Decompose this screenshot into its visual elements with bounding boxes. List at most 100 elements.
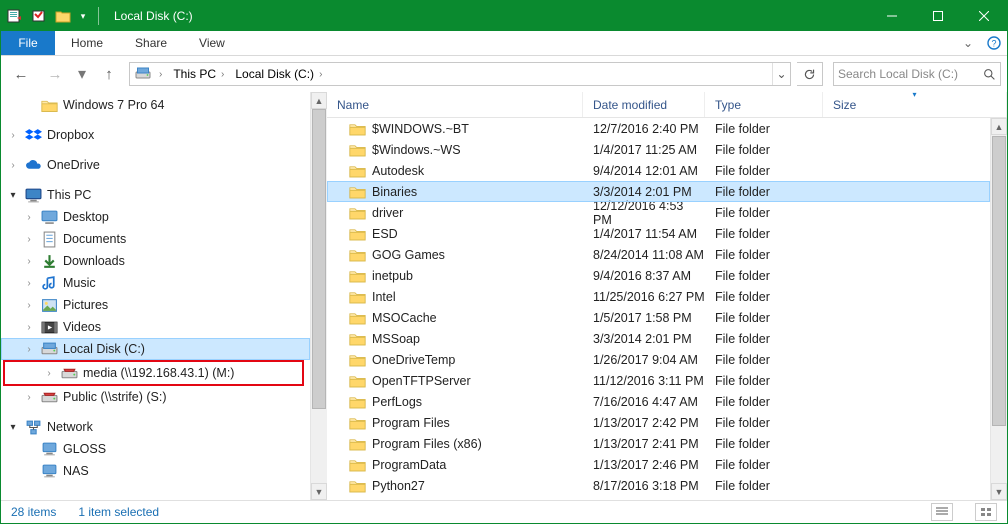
file-row[interactable]: OpenTFTPServer11/12/2016 3:11 PMFile fol… [327, 370, 990, 391]
file-name: PerfLogs [372, 395, 422, 409]
chevron-right-icon[interactable]: › [23, 278, 35, 289]
tree-dropbox[interactable]: ›Dropbox [1, 124, 310, 146]
tree-desktop[interactable]: ›Desktop [1, 206, 310, 228]
qat-newfolder-icon[interactable] [29, 6, 49, 26]
file-row[interactable]: MSOCache1/5/2017 1:58 PMFile folder [327, 307, 990, 328]
refresh-button[interactable] [797, 62, 823, 86]
address-dropdown-icon[interactable]: ⌄ [772, 63, 790, 85]
tab-home[interactable]: Home [55, 31, 119, 55]
network-icon [24, 418, 42, 436]
file-row[interactable]: OneDriveTemp1/26/2017 9:04 AMFile folder [327, 349, 990, 370]
scroll-up-icon[interactable]: ▲ [311, 92, 327, 109]
up-button[interactable]: ↑ [95, 60, 123, 88]
forward-button[interactable]: → [41, 60, 69, 88]
sort-indicator-icon: ▾ [912, 90, 916, 99]
file-row[interactable]: Python278/17/2016 3:18 PMFile folder [327, 475, 990, 496]
chevron-right-icon[interactable]: › [43, 368, 55, 379]
tree-scrollbar[interactable]: ▲ ▼ [310, 92, 327, 500]
address-bar[interactable]: › This PC› Local Disk (C:)› ⌄ [129, 62, 791, 86]
file-row[interactable]: Autodesk9/4/2014 12:01 AMFile folder [327, 160, 990, 181]
tree-onedrive[interactable]: ›OneDrive [1, 154, 310, 176]
file-type: File folder [705, 374, 823, 388]
tree-music[interactable]: ›Music [1, 272, 310, 294]
tree-media-drive[interactable]: ›media (\\192.168.43.1) (M:) [5, 362, 302, 384]
column-name[interactable]: Name [327, 92, 583, 117]
file-row[interactable]: $WINDOWS.~BT12/7/2016 2:40 PMFile folder [327, 118, 990, 139]
scroll-down-icon[interactable]: ▼ [311, 483, 327, 500]
view-large-icons-button[interactable] [975, 503, 997, 521]
tree-network-gloss[interactable]: GLOSS [1, 438, 310, 460]
crumb-local-disk[interactable]: Local Disk (C:)› [231, 63, 329, 85]
chevron-right-icon[interactable]: › [23, 392, 35, 403]
file-row[interactable]: ESD1/4/2017 11:54 AMFile folder [327, 223, 990, 244]
scroll-up-icon[interactable]: ▲ [991, 118, 1007, 135]
tab-view[interactable]: View [183, 31, 241, 55]
chevron-right-icon[interactable]: › [23, 256, 35, 267]
file-row[interactable]: Program Files1/13/2017 2:42 PMFile folde… [327, 412, 990, 433]
crumb-this-pc[interactable]: This PC› [169, 63, 231, 85]
list-body[interactable]: $WINDOWS.~BT12/7/2016 2:40 PMFile folder… [327, 118, 1007, 500]
tree-documents[interactable]: ›Documents [1, 228, 310, 250]
tree-public-drive[interactable]: ›Public (\\strife) (S:) [1, 386, 310, 408]
back-button[interactable]: ← [7, 60, 35, 88]
file-row[interactable]: driver12/12/2016 4:53 PMFile folder [327, 202, 990, 223]
crumb-root-chevron[interactable]: › [152, 63, 169, 85]
file-row[interactable]: MSSoap3/3/2014 2:01 PMFile folder [327, 328, 990, 349]
tree-network-nas[interactable]: NAS [1, 460, 310, 482]
tree-quick-access[interactable]: Windows 7 Pro 64 [1, 94, 310, 116]
file-row[interactable]: ProgramData1/13/2017 2:46 PMFile folder [327, 454, 990, 475]
tree-videos[interactable]: ›Videos [1, 316, 310, 338]
maximize-button[interactable] [915, 1, 961, 31]
chevron-right-icon[interactable]: › [23, 212, 35, 223]
chevron-down-icon[interactable]: ▾ [7, 422, 19, 433]
tree-local-disk[interactable]: ›Local Disk (C:) [1, 338, 310, 360]
file-name: MSSoap [372, 332, 420, 346]
tab-share[interactable]: Share [119, 31, 183, 55]
qat-properties-icon[interactable] [5, 6, 25, 26]
chevron-right-icon[interactable]: › [23, 344, 35, 355]
file-row[interactable]: PerfLogs7/16/2016 4:47 AMFile folder [327, 391, 990, 412]
view-details-button[interactable] [931, 503, 953, 521]
file-row[interactable]: GOG Games8/24/2014 11:08 AMFile folder [327, 244, 990, 265]
scroll-down-icon[interactable]: ▼ [991, 483, 1007, 500]
chevron-right-icon[interactable]: › [23, 234, 35, 245]
file-date: 1/13/2017 2:42 PM [583, 416, 705, 430]
column-size[interactable]: ▾Size [823, 92, 1007, 117]
close-button[interactable] [961, 1, 1007, 31]
folder-icon [349, 143, 366, 157]
tree-downloads[interactable]: ›Downloads [1, 250, 310, 272]
chevron-down-icon[interactable]: ▾ [7, 190, 19, 201]
chevron-right-icon[interactable]: › [7, 160, 19, 171]
file-row[interactable]: Program Files (x86)1/13/2017 2:41 PMFile… [327, 433, 990, 454]
file-row[interactable]: $Windows.~WS1/4/2017 11:25 AMFile folder [327, 139, 990, 160]
file-row[interactable]: inetpub9/4/2016 8:37 AMFile folder [327, 265, 990, 286]
qat-explorer-icon[interactable] [53, 6, 73, 26]
file-type: File folder [705, 122, 823, 136]
column-type[interactable]: Type [705, 92, 823, 117]
file-date: 1/4/2017 11:25 AM [583, 143, 705, 157]
file-row[interactable]: Intel11/25/2016 6:27 PMFile folder [327, 286, 990, 307]
qat-dropdown-icon[interactable]: ▾ [77, 6, 89, 26]
file-date: 1/5/2017 1:58 PM [583, 311, 705, 325]
file-type: File folder [705, 269, 823, 283]
history-dropdown[interactable]: ▾ [75, 64, 89, 84]
tree-pictures[interactable]: ›Pictures [1, 294, 310, 316]
search-input[interactable]: Search Local Disk (C:) [833, 62, 1001, 86]
tree[interactable]: Windows 7 Pro 64 ›Dropbox ›OneDrive ▾This P… [1, 92, 310, 500]
file-type: File folder [705, 311, 823, 325]
minimize-button[interactable] [869, 1, 915, 31]
column-date[interactable]: Date modified [583, 92, 705, 117]
tree-network[interactable]: ▾Network [1, 416, 310, 438]
chevron-right-icon[interactable]: › [7, 130, 19, 141]
network-drive-icon [40, 388, 58, 406]
help-icon[interactable]: ? [981, 31, 1007, 55]
tab-file[interactable]: File [1, 31, 55, 55]
scroll-thumb[interactable] [992, 136, 1006, 426]
tree-this-pc[interactable]: ▾This PC [1, 184, 310, 206]
chevron-right-icon[interactable]: › [23, 300, 35, 311]
folder-icon [349, 311, 366, 325]
list-scrollbar[interactable]: ▲ ▼ [990, 118, 1007, 500]
chevron-right-icon[interactable]: › [23, 322, 35, 333]
scroll-thumb[interactable] [312, 109, 326, 409]
ribbon-chevron-icon[interactable]: ⌄ [955, 31, 981, 55]
